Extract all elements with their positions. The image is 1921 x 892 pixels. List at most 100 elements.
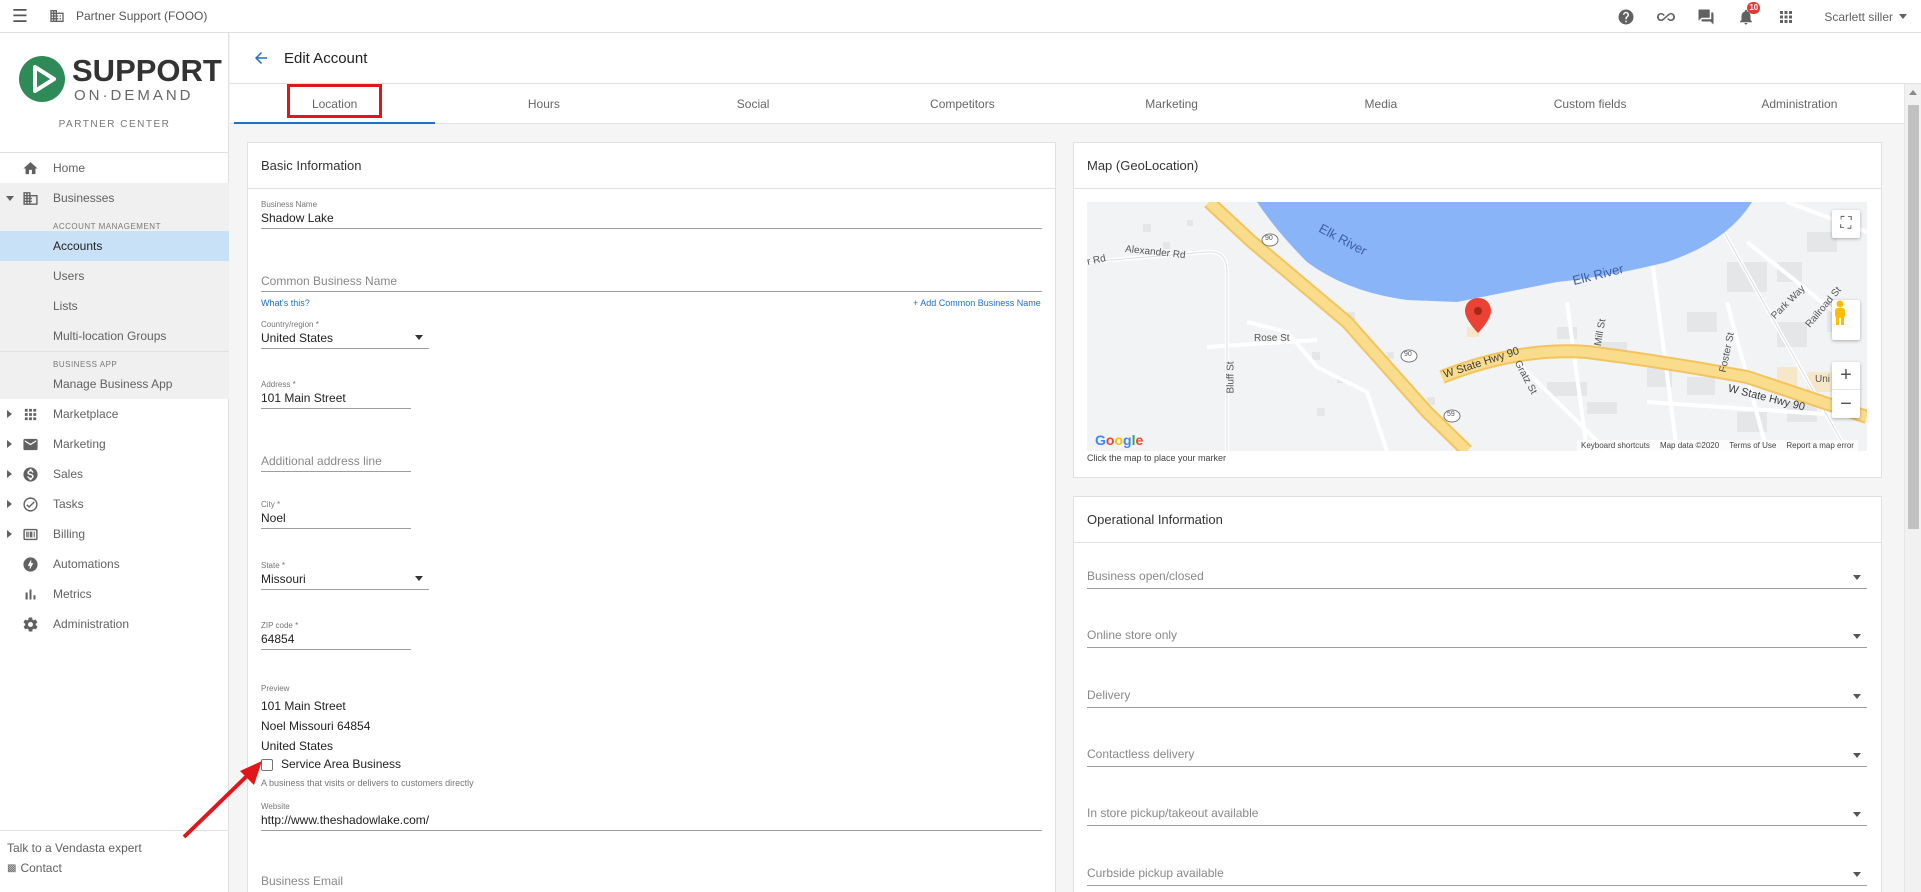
sidebar-item-sales[interactable]: Sales — [0, 459, 229, 489]
business-icon — [50, 10, 64, 22]
sidebar-item-accounts[interactable]: Accounts — [0, 231, 229, 261]
common-business-name-field[interactable]: Common Business Name — [261, 274, 1042, 292]
preview-label: Preview — [261, 684, 289, 693]
additional-address-field[interactable]: Additional address line — [261, 454, 411, 472]
sidebar-item-businesses[interactable]: Businesses — [0, 183, 229, 213]
field-value: http://www.theshadowlake.com/ — [261, 813, 1042, 831]
business-email-field[interactable]: Business Email — [261, 874, 1042, 888]
street-view-pegman-icon[interactable] — [1832, 300, 1860, 340]
map-hint: Click the map to place your marker — [1087, 453, 1227, 463]
sidebar-item-metrics[interactable]: Metrics — [0, 579, 229, 609]
sidebar-item-users[interactable]: Users — [0, 261, 229, 291]
whats-this-link[interactable]: What's this? — [261, 298, 310, 308]
contactless-delivery-select[interactable]: Contactless delivery — [1087, 747, 1867, 767]
delivery-select[interactable]: Delivery — [1087, 688, 1867, 708]
sidebar-item-billing[interactable]: Billing — [0, 519, 229, 549]
map-data-label: Map data ©2020 — [1659, 441, 1720, 450]
card-title: Map (GeoLocation) — [1074, 143, 1881, 189]
contact-link[interactable]: ▩ Contact — [7, 861, 229, 875]
tab-marketing[interactable]: Marketing — [1067, 84, 1276, 123]
logo-text: SUPPORT — [72, 53, 222, 88]
business-name-field[interactable]: Business Name Shadow Lake — [261, 200, 1042, 229]
submenu-heading: ACCOUNT MANAGEMENT — [53, 222, 161, 231]
sidebar-item-label: Home — [53, 161, 86, 175]
sidebar-item-administration[interactable]: Administration — [0, 609, 229, 639]
business-open-closed-select[interactable]: Business open/closed — [1087, 569, 1867, 589]
sidebar-nav: Home Businesses ACCOUNT MANAGEMENT Accou… — [0, 152, 229, 639]
field-value: Missouri — [261, 572, 429, 590]
tab-competitors[interactable]: Competitors — [858, 84, 1067, 123]
state-select[interactable]: State * Missouri — [261, 561, 429, 590]
curbside-pickup-select[interactable]: Curbside pickup available — [1087, 866, 1867, 886]
back-arrow-icon[interactable] — [252, 49, 270, 67]
sidebar-item-lists[interactable]: Lists — [0, 291, 229, 321]
infinity-icon[interactable] — [1646, 0, 1686, 33]
website-field[interactable]: Website http://www.theshadowlake.com/ — [261, 802, 1042, 831]
field-value: 64854 — [261, 632, 411, 650]
help-icon[interactable] — [1606, 0, 1646, 33]
map-label: 59 — [1447, 411, 1455, 418]
scroll-up-arrow-icon[interactable] — [1909, 90, 1917, 95]
sidebar-item-tasks[interactable]: Tasks — [0, 489, 229, 519]
field-placeholder: Curbside pickup available — [1087, 866, 1224, 880]
add-common-name-link[interactable]: + Add Common Business Name — [913, 298, 1041, 308]
sidebar-item-label: Metrics — [53, 587, 92, 601]
field-label: ZIP code * — [261, 621, 299, 630]
page-header: Edit Account — [230, 33, 1921, 84]
business-icon — [21, 189, 39, 207]
menu-icon[interactable]: ☰ — [0, 0, 40, 33]
logo[interactable]: SUPPORT ON·DEMAND — [18, 51, 222, 107]
bar-chart-icon — [21, 585, 39, 603]
sidebar-item-manage-business-app[interactable]: Manage Business App — [0, 369, 229, 399]
tab-custom-fields[interactable]: Custom fields — [1486, 84, 1695, 123]
address-field[interactable]: Address * 101 Main Street — [261, 380, 411, 409]
scrollbar[interactable] — [1904, 84, 1921, 892]
expand-arrow-icon — [7, 410, 12, 418]
fullscreen-icon[interactable]: ⛶ — [1832, 210, 1860, 238]
partner-name[interactable]: Partner Support (FOOO) — [76, 9, 207, 23]
grid-icon — [21, 405, 39, 423]
field-label: State * — [261, 561, 286, 570]
tab-social[interactable]: Social — [649, 84, 858, 123]
tab-media[interactable]: Media — [1276, 84, 1485, 123]
tab-location[interactable]: Location — [230, 84, 439, 124]
notifications-icon[interactable]: 10 — [1726, 0, 1766, 33]
talk-to-expert-link[interactable]: Talk to a Vendasta expert — [7, 841, 229, 855]
tab-administration[interactable]: Administration — [1695, 84, 1904, 123]
tab-bar: Location Hours Social Competitors Market… — [230, 84, 1904, 124]
zoom-in-icon[interactable]: + — [1832, 362, 1860, 390]
map-footer: Keyboard shortcuts Map data ©2020 Terms … — [1577, 440, 1858, 451]
city-field[interactable]: City * Noel — [261, 500, 411, 529]
sidebar-item-multi-location-groups[interactable]: Multi-location Groups — [0, 321, 229, 351]
expand-arrow-icon — [7, 470, 12, 478]
user-name: Scarlett siller — [1824, 9, 1893, 24]
user-menu[interactable]: Scarlett siller — [1824, 10, 1907, 24]
bolt-icon — [21, 555, 39, 573]
map-label: Bluff St — [1225, 361, 1237, 394]
in-store-pickup-select[interactable]: In store pickup/takeout available — [1087, 806, 1867, 826]
country-select[interactable]: Country/region * United States — [261, 320, 429, 349]
scrollbar-thumb[interactable] — [1908, 105, 1919, 529]
check-circle-icon — [21, 495, 39, 513]
mail-icon — [21, 435, 39, 453]
contact-icon: ▩ — [7, 862, 17, 874]
zoom-out-icon[interactable]: − — [1832, 390, 1860, 418]
submenu-heading: BUSINESS APP — [0, 351, 229, 369]
sidebar-item-home[interactable]: Home — [0, 153, 229, 183]
logo-subtext: ON·DEMAND — [74, 87, 194, 104]
apps-grid-icon[interactable] — [1766, 0, 1806, 33]
chat-icon[interactable] — [1686, 0, 1726, 33]
online-store-only-select[interactable]: Online store only — [1087, 628, 1867, 648]
keyboard-shortcuts-link[interactable]: Keyboard shortcuts — [1581, 441, 1650, 450]
chevron-down-icon — [415, 335, 423, 340]
home-icon — [21, 159, 39, 177]
service-area-label[interactable]: Service Area Business — [281, 757, 401, 771]
sidebar-item-marketing[interactable]: Marketing — [0, 429, 229, 459]
tab-hours[interactable]: Hours — [439, 84, 648, 123]
map-view[interactable]: 90 90 59 Elk River Elk River W State Hwy… — [1087, 202, 1867, 451]
report-map-error-link[interactable]: Report a map error — [1786, 441, 1854, 450]
sidebar-item-marketplace[interactable]: Marketplace — [0, 399, 229, 429]
sidebar-item-automations[interactable]: Automations — [0, 549, 229, 579]
zip-code-field[interactable]: ZIP code * 64854 — [261, 621, 411, 650]
terms-of-use-link[interactable]: Terms of Use — [1729, 441, 1776, 450]
